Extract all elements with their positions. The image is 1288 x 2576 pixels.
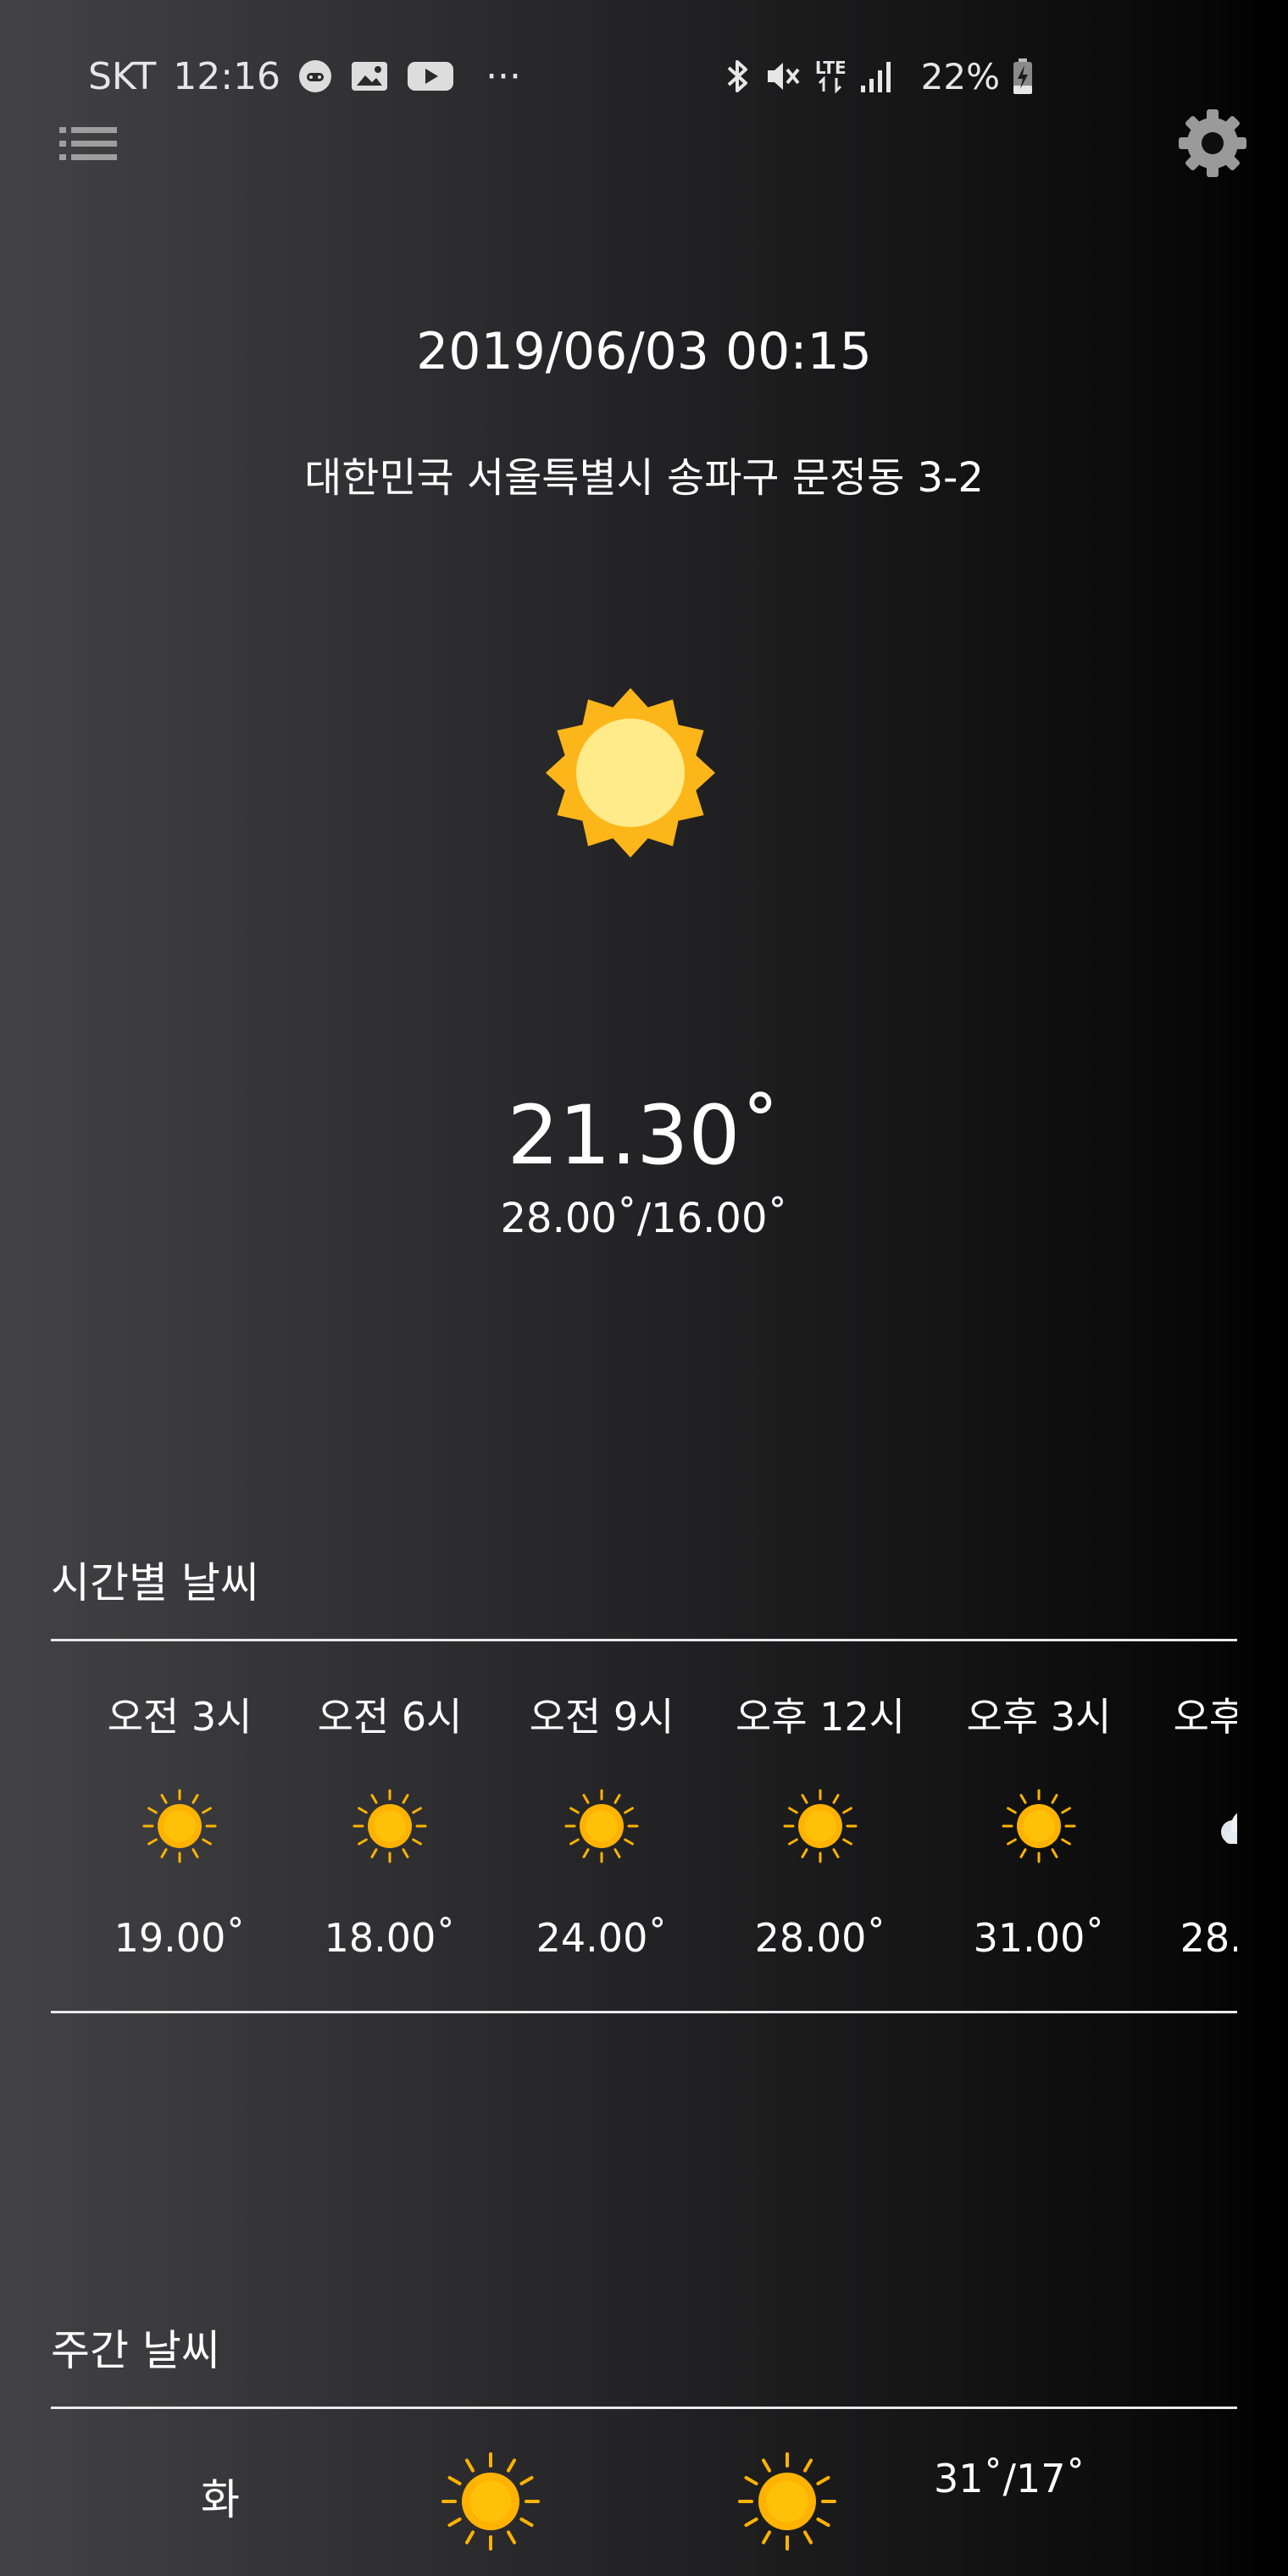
sun-icon — [782, 1788, 858, 1864]
hourly-item: 오후 12시 28.00˚ — [719, 1644, 922, 2000]
lte-icon: LTE — [815, 59, 847, 93]
youtube-icon — [406, 58, 455, 94]
hourly-title: 시간별 날씨 — [51, 1558, 259, 1607]
lte-label: LTE — [814, 58, 847, 78]
hourly-item: 오전 9시 24.00˚ — [500, 1644, 703, 2000]
hour-label: 오전 9시 — [529, 1694, 675, 1740]
hourly-bottom-divider — [51, 2011, 1237, 2013]
signal-icon — [858, 58, 894, 94]
weekday-label: 화 — [201, 2475, 240, 2524]
clock: 12:16 — [173, 54, 281, 98]
mute-icon — [764, 57, 803, 96]
hourly-list[interactable]: 오전 3시 19.00˚ 오전 6시 18.00˚ 오전 9시 24.00˚ 오… — [51, 1644, 1237, 2008]
hour-label: 오전 6시 — [317, 1694, 463, 1740]
hour-label: 오후 3시 — [966, 1694, 1112, 1740]
sun-icon — [142, 1788, 218, 1864]
gear-icon — [1179, 109, 1246, 177]
current-datetime: 2019/06/03 00:15 — [416, 322, 872, 381]
current-temperature: 21.30˚ — [507, 1088, 781, 1183]
hourly-top-divider — [51, 1639, 1237, 1641]
settings-button[interactable] — [1176, 107, 1249, 180]
sun-icon — [1001, 1788, 1077, 1864]
hourly-item: 오전 6시 18.00˚ — [288, 1644, 491, 2000]
hour-temp: 18.00˚ — [324, 1915, 456, 1961]
battery-percent: 22% — [920, 55, 1000, 97]
sun-icon — [737, 2451, 837, 2551]
list-menu-icon — [59, 127, 117, 160]
hour-label: 오전 3시 — [107, 1694, 253, 1740]
bluetooth-icon — [722, 57, 752, 96]
hourly-item: 오전 3시 19.00˚ — [78, 1644, 281, 2000]
hourly-item: 오후 6시 28.00˚ — [1144, 1644, 1237, 2000]
overflow-dots: ··· — [486, 54, 522, 98]
hourly-item: 오후 3시 31.00˚ — [937, 1644, 1141, 2000]
status-bar-left: SKT 12:16 ··· — [88, 49, 521, 103]
current-temp-range: 28.00˚/16.00˚ — [500, 1195, 788, 1242]
hour-temp: 28.00˚ — [754, 1915, 886, 1961]
game-icon — [297, 58, 333, 94]
sun-icon — [352, 1788, 428, 1864]
cloud-icon — [1208, 1788, 1237, 1864]
weekly-top-divider — [51, 2407, 1237, 2409]
carrier-label: SKT — [88, 54, 157, 98]
hour-label: 오후 6시 — [1173, 1694, 1237, 1740]
hour-temp: 28.00˚ — [1180, 1915, 1237, 1961]
battery-charging-icon — [1012, 57, 1034, 96]
status-bar-right: LTE 22% — [722, 49, 1034, 103]
hour-temp: 24.00˚ — [536, 1915, 668, 1961]
hour-label: 오후 12시 — [735, 1694, 906, 1740]
weekly-title: 주간 날씨 — [51, 2326, 220, 2375]
current-location: 대한민국 서울특별시 송파구 문정동 3-2 — [304, 454, 984, 502]
sun-icon — [564, 1788, 640, 1864]
weekday-temp-range: 31˚/17˚ — [934, 2456, 1085, 2501]
sun-icon — [441, 2451, 541, 2551]
hour-temp: 31.00˚ — [973, 1915, 1105, 1961]
sun-icon — [542, 685, 719, 861]
gallery-icon — [350, 58, 389, 94]
hour-temp: 19.00˚ — [114, 1915, 246, 1961]
menu-button[interactable] — [56, 119, 120, 169]
